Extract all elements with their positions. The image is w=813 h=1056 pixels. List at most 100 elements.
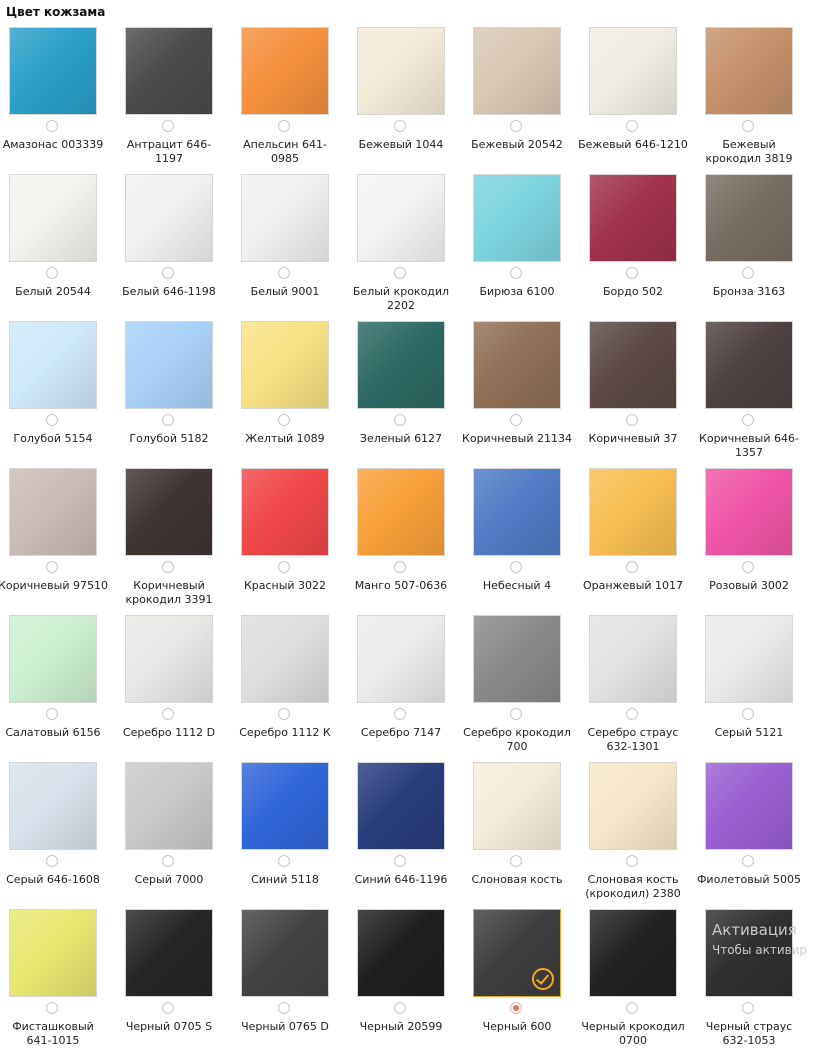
swatch-radio[interactable] [162,708,174,720]
swatch-radio[interactable] [742,267,754,279]
swatch-radio[interactable] [278,414,290,426]
swatch-radio[interactable] [742,120,754,132]
swatch-radio[interactable] [510,561,522,573]
swatch-option[interactable]: Черный страус 632-1053 [700,909,813,1056]
swatch-option[interactable]: Коричневый 646-1357 [699,321,813,468]
swatch-radio[interactable] [46,267,58,279]
swatch-radio[interactable] [626,1002,638,1014]
swatch-radio[interactable] [162,267,174,279]
swatch-option[interactable]: Фисташковый 641-1015 [4,909,120,1056]
swatch-radio[interactable] [626,855,638,867]
swatch-image[interactable] [9,762,97,850]
swatch-option[interactable]: Красный 3022 [236,468,352,615]
swatch-image[interactable] [241,468,329,556]
swatch-option[interactable]: Белый 9001 [236,174,352,321]
swatch-radio[interactable] [162,120,174,132]
swatch-radio[interactable] [742,414,754,426]
swatch-image[interactable] [705,174,793,262]
swatch-option[interactable]: Фиолетовый 5005 [697,762,813,909]
swatch-option[interactable]: Амазонас 003339 [3,27,120,174]
swatch-image[interactable] [473,615,561,703]
swatch-radio[interactable] [394,1002,406,1014]
swatch-radio[interactable] [278,267,290,279]
swatch-image[interactable] [9,615,97,703]
swatch-image[interactable] [705,321,793,409]
swatch-radio[interactable] [510,267,522,279]
swatch-option[interactable]: Белый 20544 [4,174,120,321]
swatch-option[interactable]: Черный 0705 S [120,909,236,1056]
swatch-radio[interactable] [46,561,58,573]
swatch-radio[interactable] [394,708,406,720]
swatch-option[interactable]: Серебро 1112 D [120,615,236,762]
swatch-option[interactable]: Белый 646-1198 [120,174,236,321]
swatch-image[interactable] [241,762,329,850]
swatch-image[interactable] [473,321,561,409]
swatch-option[interactable]: Синий 646-1196 [352,762,468,909]
swatch-option[interactable]: Коричневый 21134 [462,321,584,468]
swatch-radio[interactable] [626,708,638,720]
swatch-image[interactable] [125,762,213,850]
swatch-radio[interactable] [510,855,522,867]
swatch-option[interactable]: Серебро 7147 [352,615,468,762]
swatch-image[interactable] [589,468,677,556]
swatch-option[interactable]: Желтый 1089 [236,321,352,468]
swatch-option[interactable]: Коричневый 97510 [0,468,120,615]
swatch-option[interactable]: Бежевый 1044 [352,27,468,174]
swatch-option[interactable]: Бронза 3163 [700,174,813,321]
swatch-image[interactable] [241,321,329,409]
swatch-option[interactable]: Черный 0765 D [236,909,352,1056]
swatch-image[interactable] [589,909,677,997]
swatch-option[interactable]: Черный 20599 [352,909,468,1056]
swatch-option[interactable]: Голубой 5182 [120,321,236,468]
swatch-radio[interactable] [626,414,638,426]
swatch-radio[interactable] [742,1002,754,1014]
swatch-image[interactable] [589,27,677,115]
swatch-option[interactable]: Бордо 502 [584,174,700,321]
swatch-image[interactable] [473,468,561,556]
swatch-image[interactable] [357,909,445,997]
swatch-image[interactable] [125,27,213,115]
swatch-image[interactable] [473,174,561,262]
swatch-option[interactable]: Серый 646-1608 [4,762,120,909]
swatch-radio[interactable] [162,561,174,573]
swatch-option[interactable]: Апельсин 641-0985 [236,27,352,174]
swatch-option[interactable]: Бежевый 646-1210 [578,27,700,174]
swatch-radio[interactable] [162,855,174,867]
swatch-image[interactable] [705,615,793,703]
swatch-option[interactable]: Бирюза 6100 [468,174,584,321]
swatch-option[interactable]: Бежевый 20542 [468,27,584,174]
swatch-option[interactable]: Черный крокодил 0700 [581,909,700,1056]
swatch-radio[interactable] [394,414,406,426]
swatch-option[interactable]: Белый крокодил 2202 [352,174,468,321]
swatch-image[interactable] [473,909,561,997]
swatch-image[interactable] [705,468,793,556]
swatch-radio[interactable] [626,267,638,279]
swatch-radio[interactable] [162,414,174,426]
swatch-radio[interactable] [46,708,58,720]
swatch-image[interactable] [705,762,793,850]
swatch-option[interactable]: Серый 7000 [120,762,236,909]
swatch-option[interactable]: Слоновая кость [468,762,584,909]
swatch-radio[interactable] [394,855,406,867]
swatch-image[interactable] [357,27,445,115]
swatch-radio[interactable] [510,414,522,426]
swatch-radio[interactable] [278,1002,290,1014]
swatch-option[interactable]: Зеленый 6127 [352,321,468,468]
swatch-radio[interactable] [742,708,754,720]
swatch-radio[interactable] [46,120,58,132]
swatch-image[interactable] [125,468,213,556]
swatch-image[interactable] [357,762,445,850]
swatch-option[interactable]: Голубой 5154 [4,321,120,468]
swatch-image[interactable] [705,27,793,115]
swatch-option[interactable]: Розовый 3002 [700,468,813,615]
swatch-radio[interactable] [278,561,290,573]
swatch-radio[interactable] [742,561,754,573]
swatch-option[interactable]: Черный 600 [468,909,584,1056]
swatch-option[interactable]: Серебро страус 632-1301 [584,615,700,762]
swatch-option[interactable]: Слоновая кость (крокодил) 2380 [584,762,700,909]
swatch-radio[interactable] [394,561,406,573]
swatch-image[interactable] [357,468,445,556]
swatch-image[interactable] [473,762,561,850]
swatch-image[interactable] [589,762,677,850]
swatch-image[interactable] [357,174,445,262]
